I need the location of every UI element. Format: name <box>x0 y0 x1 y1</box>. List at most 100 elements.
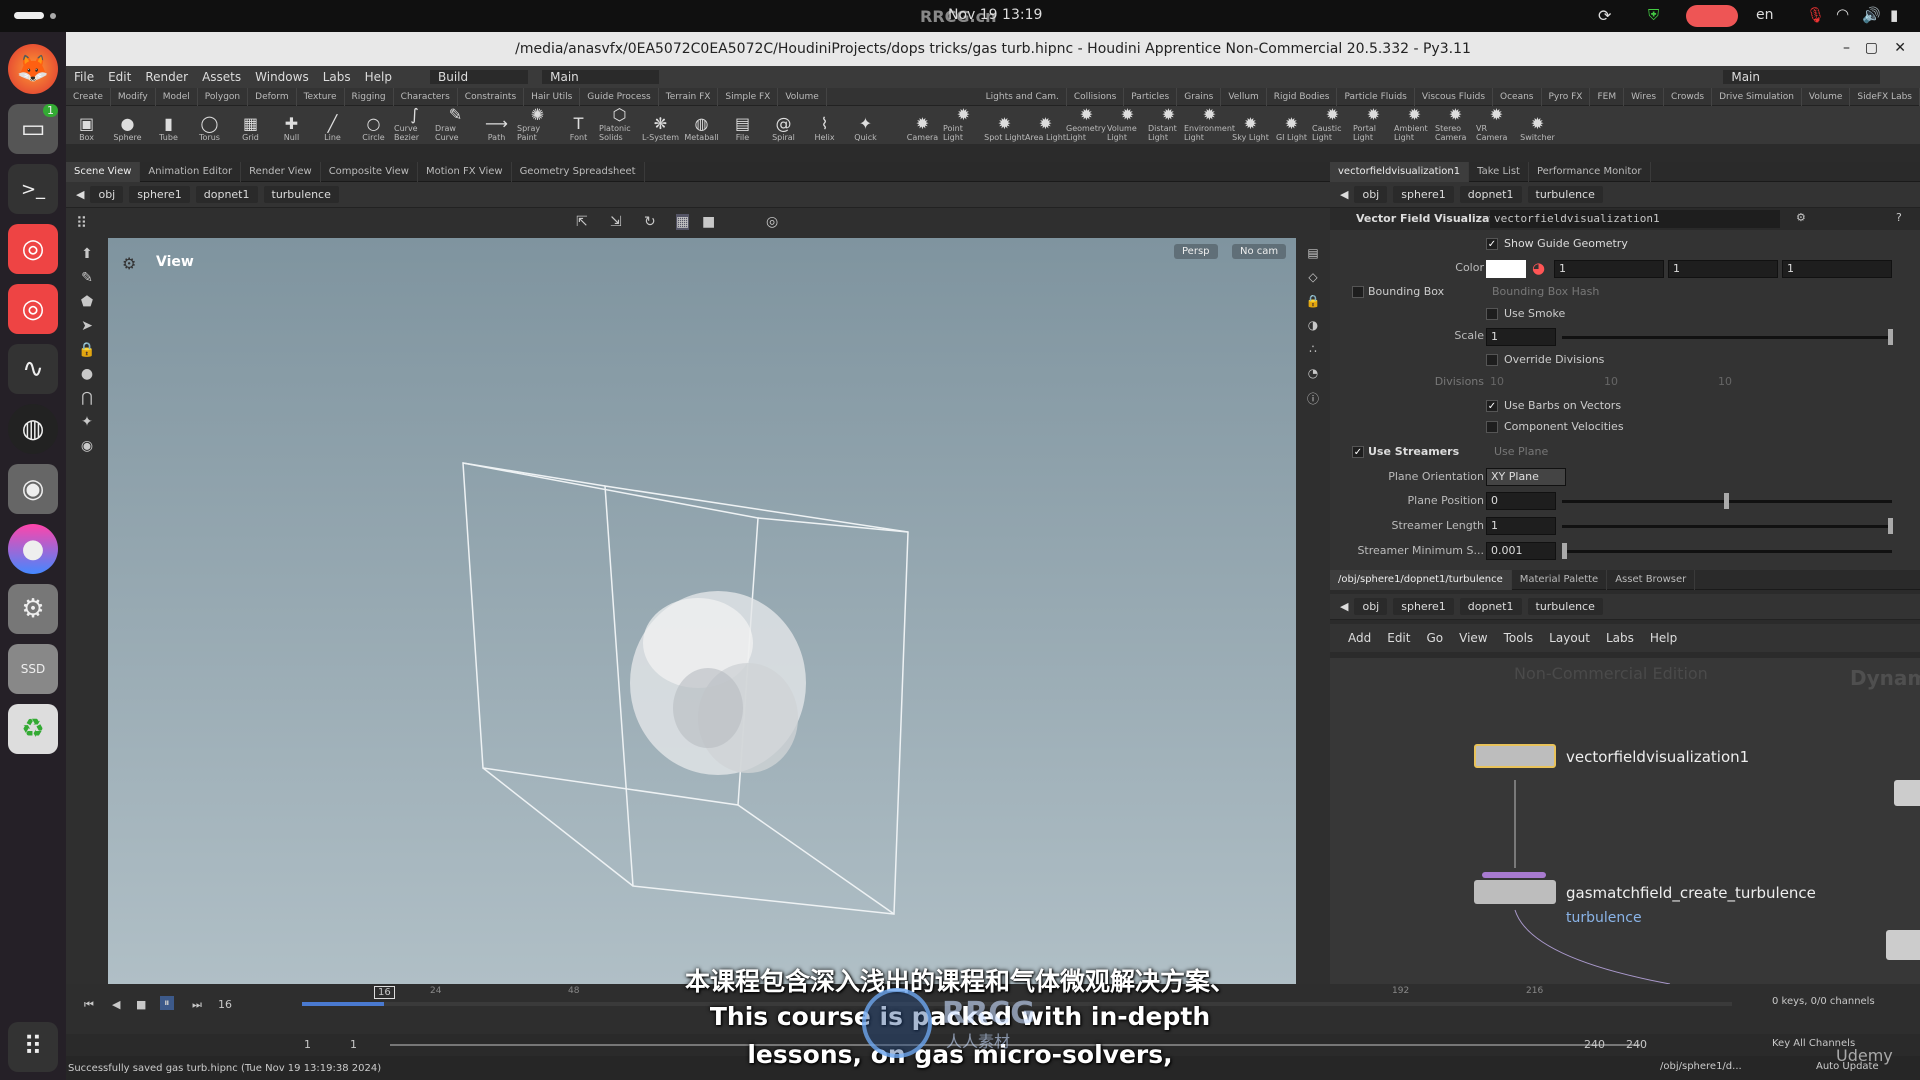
color-r[interactable]: 1 <box>1554 260 1664 278</box>
breadcrumb-item[interactable]: sphere1 <box>1393 598 1454 615</box>
streamer-length-slider[interactable] <box>1562 525 1892 528</box>
streamer-min-field[interactable]: 0.001 <box>1486 542 1556 560</box>
scale-slider-handle[interactable] <box>1888 329 1893 345</box>
network-menu-item[interactable]: Tools <box>1504 631 1534 645</box>
pane-tab[interactable]: Geometry Spreadsheet <box>512 161 645 182</box>
shelf-tab[interactable]: Deform <box>248 87 297 106</box>
shelf-tool[interactable]: ● Sphere <box>107 106 148 144</box>
node-name-field[interactable]: vectorfieldvisualization1 <box>1490 210 1780 228</box>
shelf-tool[interactable]: ⌇ Helix <box>804 106 845 144</box>
shelf-tool[interactable]: ∫ Curve Bezier <box>394 106 435 144</box>
show-guide-checkbox[interactable]: ✓ <box>1486 238 1498 250</box>
back-icon[interactable]: ◀ <box>1340 600 1348 613</box>
breadcrumb-item[interactable]: sphere1 <box>1393 186 1454 203</box>
screen-record-indicator[interactable] <box>1686 5 1738 27</box>
handle-icon[interactable]: ● <box>81 366 93 382</box>
shelf-tool[interactable]: ╱ Line <box>312 106 353 144</box>
light-tool[interactable]: ✹ Switcher <box>1517 106 1558 144</box>
streamer-length-handle[interactable] <box>1888 518 1893 534</box>
firefox-icon[interactable]: 🦊 <box>8 44 58 94</box>
rotate-tool-icon[interactable]: ↻ <box>644 214 656 230</box>
network-tab[interactable]: Material Palette <box>1512 569 1608 590</box>
component-velocities-checkbox[interactable] <box>1486 421 1498 433</box>
view-icon[interactable]: ◉ <box>81 438 93 454</box>
shelf-tool[interactable]: ✚ Null <box>271 106 312 144</box>
shelf-tool[interactable]: ▣ Box <box>66 106 107 144</box>
light-tool[interactable]: ✹ Caustic Light <box>1312 106 1353 144</box>
desktop-main-right-select[interactable]: Main <box>1723 70 1880 84</box>
streamer-length-field[interactable]: 1 <box>1486 517 1556 535</box>
plane-position-field[interactable]: 0 <box>1486 492 1556 510</box>
shelf-tab-right[interactable]: Oceans <box>1493 87 1542 106</box>
light-tool[interactable]: ✹ Volume Light <box>1107 106 1148 144</box>
shelf-tab-right[interactable]: Particles <box>1124 87 1178 106</box>
pane-tab[interactable]: Scene View <box>66 161 141 182</box>
network-editor[interactable]: Non-Commercial Edition Dynamics vectorfi… <box>1330 658 1920 984</box>
network-tab[interactable]: /obj/sphere1/dopnet1/turbulence <box>1330 569 1512 590</box>
light-tool[interactable]: ✹ VR Camera <box>1476 106 1517 144</box>
shelf-tab[interactable]: Simple FX <box>718 87 779 106</box>
network-menu-item[interactable]: View <box>1459 631 1487 645</box>
light-tool[interactable]: ✹ Environment Light <box>1184 106 1235 144</box>
light-tool[interactable]: ✹ GI Light <box>1271 106 1312 144</box>
shelf-tab-right[interactable]: FEM <box>1590 87 1625 106</box>
pane-tab[interactable]: Motion FX View <box>418 161 512 182</box>
breadcrumb-item[interactable]: obj <box>90 186 124 203</box>
lock-icon[interactable]: 🔒 <box>78 342 95 358</box>
language-indicator[interactable]: en <box>1756 7 1774 23</box>
network-menu-item[interactable]: Layout <box>1549 631 1590 645</box>
shelf-tab-right[interactable]: Volume <box>1802 87 1851 106</box>
breadcrumb-item[interactable]: dopnet1 <box>1459 186 1522 203</box>
network-menu-item[interactable]: Go <box>1426 631 1443 645</box>
network-menu-item[interactable]: Help <box>1650 631 1677 645</box>
move-tool-icon[interactable]: ⇲ <box>610 214 622 230</box>
mic-icon[interactable]: 🎙 <box>1806 6 1825 24</box>
disk-icon[interactable]: ◉ <box>8 464 58 514</box>
light-tool[interactable]: ✹ Geometry Light <box>1066 106 1107 144</box>
shelf-tool[interactable]: ⟶ Path <box>476 106 517 144</box>
help-icon[interactable]: ? <box>1896 211 1902 224</box>
network-menu-item[interactable]: Labs <box>1606 631 1634 645</box>
select-icon[interactable]: ⬆ <box>81 246 93 262</box>
shelf-tab[interactable]: Hair Utils <box>524 87 581 106</box>
offscreen-node-2[interactable] <box>1886 930 1920 960</box>
shelf-tab-right[interactable]: Particle Fluids <box>1337 87 1415 106</box>
shelf-tool[interactable]: T Font <box>558 106 599 144</box>
shelf-tab[interactable]: Guide Process <box>580 87 659 106</box>
maximize-button[interactable]: ▢ <box>1865 40 1878 56</box>
volume-icon[interactable]: 🔊 <box>1862 6 1881 24</box>
clock[interactable]: Nov 19 13:19 <box>948 7 1042 23</box>
network-menu-item[interactable]: Add <box>1348 631 1371 645</box>
plane-position-handle[interactable] <box>1724 493 1729 509</box>
breadcrumb-item[interactable]: sphere1 <box>129 186 190 203</box>
light-tool[interactable]: ✹ Spot Light <box>984 106 1025 144</box>
lock-cam-icon[interactable]: 🔒 <box>1306 294 1321 308</box>
pane-tab[interactable]: Render View <box>241 161 321 182</box>
breadcrumb-item[interactable]: turbulence <box>1527 186 1603 203</box>
shelf-tab[interactable]: Rigging <box>345 87 394 106</box>
shelf-tool[interactable]: ▮ Tube <box>148 106 189 144</box>
shelf-tab-right[interactable]: Drive Simulation <box>1712 87 1802 106</box>
points-icon[interactable]: ∴ <box>1309 342 1317 356</box>
shelf-tab[interactable]: Model <box>156 87 198 106</box>
breadcrumb-item[interactable]: obj <box>1354 186 1388 203</box>
shelf-tool[interactable]: ▦ Grid <box>230 106 271 144</box>
light-icon[interactable]: ✦ <box>81 414 93 430</box>
color-app-icon[interactable]: ● <box>8 524 58 574</box>
streamer-min-slider[interactable] <box>1562 550 1892 553</box>
override-divisions-checkbox[interactable] <box>1486 354 1498 366</box>
shelf-tab[interactable]: Texture <box>297 87 345 106</box>
obs-icon[interactable]: ◍ <box>8 404 58 454</box>
plane-orientation-select[interactable]: XY Plane <box>1486 468 1566 486</box>
shelf-tool[interactable]: ✦ Quick <box>845 106 886 144</box>
shelf-tab[interactable]: Modify <box>111 87 156 106</box>
shelf-tool[interactable]: ○ Circle <box>353 106 394 144</box>
menu-help[interactable]: Help <box>365 70 392 84</box>
houdini-icon[interactable]: ◎ <box>8 224 58 274</box>
shelf-tab-right[interactable]: Crowds <box>1664 87 1713 106</box>
use-smoke-checkbox[interactable] <box>1486 308 1498 320</box>
color-b[interactable]: 1 <box>1782 260 1892 278</box>
node-vectorfieldvisualization1[interactable] <box>1474 744 1556 768</box>
shelf-tool[interactable]: ❋ L-System <box>640 106 681 144</box>
display-icon[interactable]: ■ <box>702 214 715 230</box>
